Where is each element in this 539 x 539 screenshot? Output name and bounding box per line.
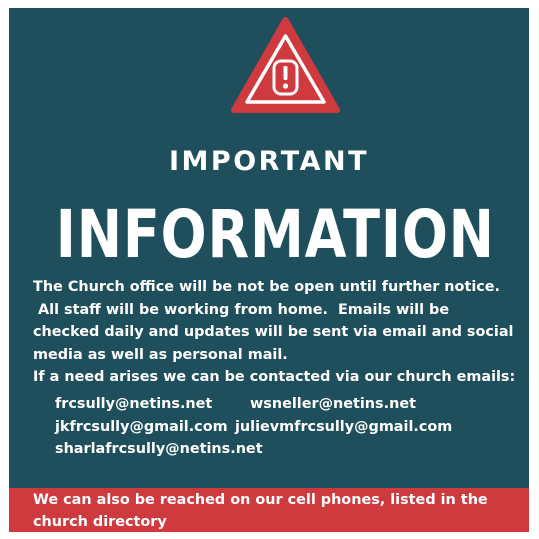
email-list: frcsully@netins.net wsneller@netins.net … <box>55 393 525 461</box>
email-address[interactable]: jkfrcsully@gmail.com <box>55 416 235 439</box>
email-address[interactable]: julievmfrcsully@gmail.com <box>235 416 452 439</box>
notice-line: checked daily and updates will be sent v… <box>33 324 514 340</box>
notice-line: The Church office will be not be open un… <box>33 279 501 295</box>
warning-triangle-icon <box>231 17 340 113</box>
email-address[interactable]: frcsully@netins.net <box>55 393 250 416</box>
email-row: frcsully@netins.net wsneller@netins.net <box>55 393 525 416</box>
heading-important: IMPORTANT <box>169 146 369 177</box>
notice-line: All staff will be working from home. Ema… <box>33 301 450 318</box>
email-row: sharlafrcsully@netins.net <box>55 438 525 461</box>
notice-line: If a need arises we can be contacted via… <box>33 369 516 385</box>
heading-information: INFORMATION <box>55 196 495 273</box>
email-row: jkfrcsully@gmail.com julievmfrcsully@gma… <box>55 416 525 439</box>
notice-line: media as well as personal mail. <box>33 346 288 363</box>
email-address[interactable]: wsneller@netins.net <box>250 393 416 416</box>
email-address[interactable]: sharlafrcsully@netins.net <box>55 438 263 461</box>
footer-text: We can also be reached on our cell phone… <box>33 492 488 530</box>
notice-poster: IMPORTANT INFORMATION The Church office … <box>9 8 529 532</box>
notice-body: The Church office will be not be open un… <box>33 276 529 389</box>
